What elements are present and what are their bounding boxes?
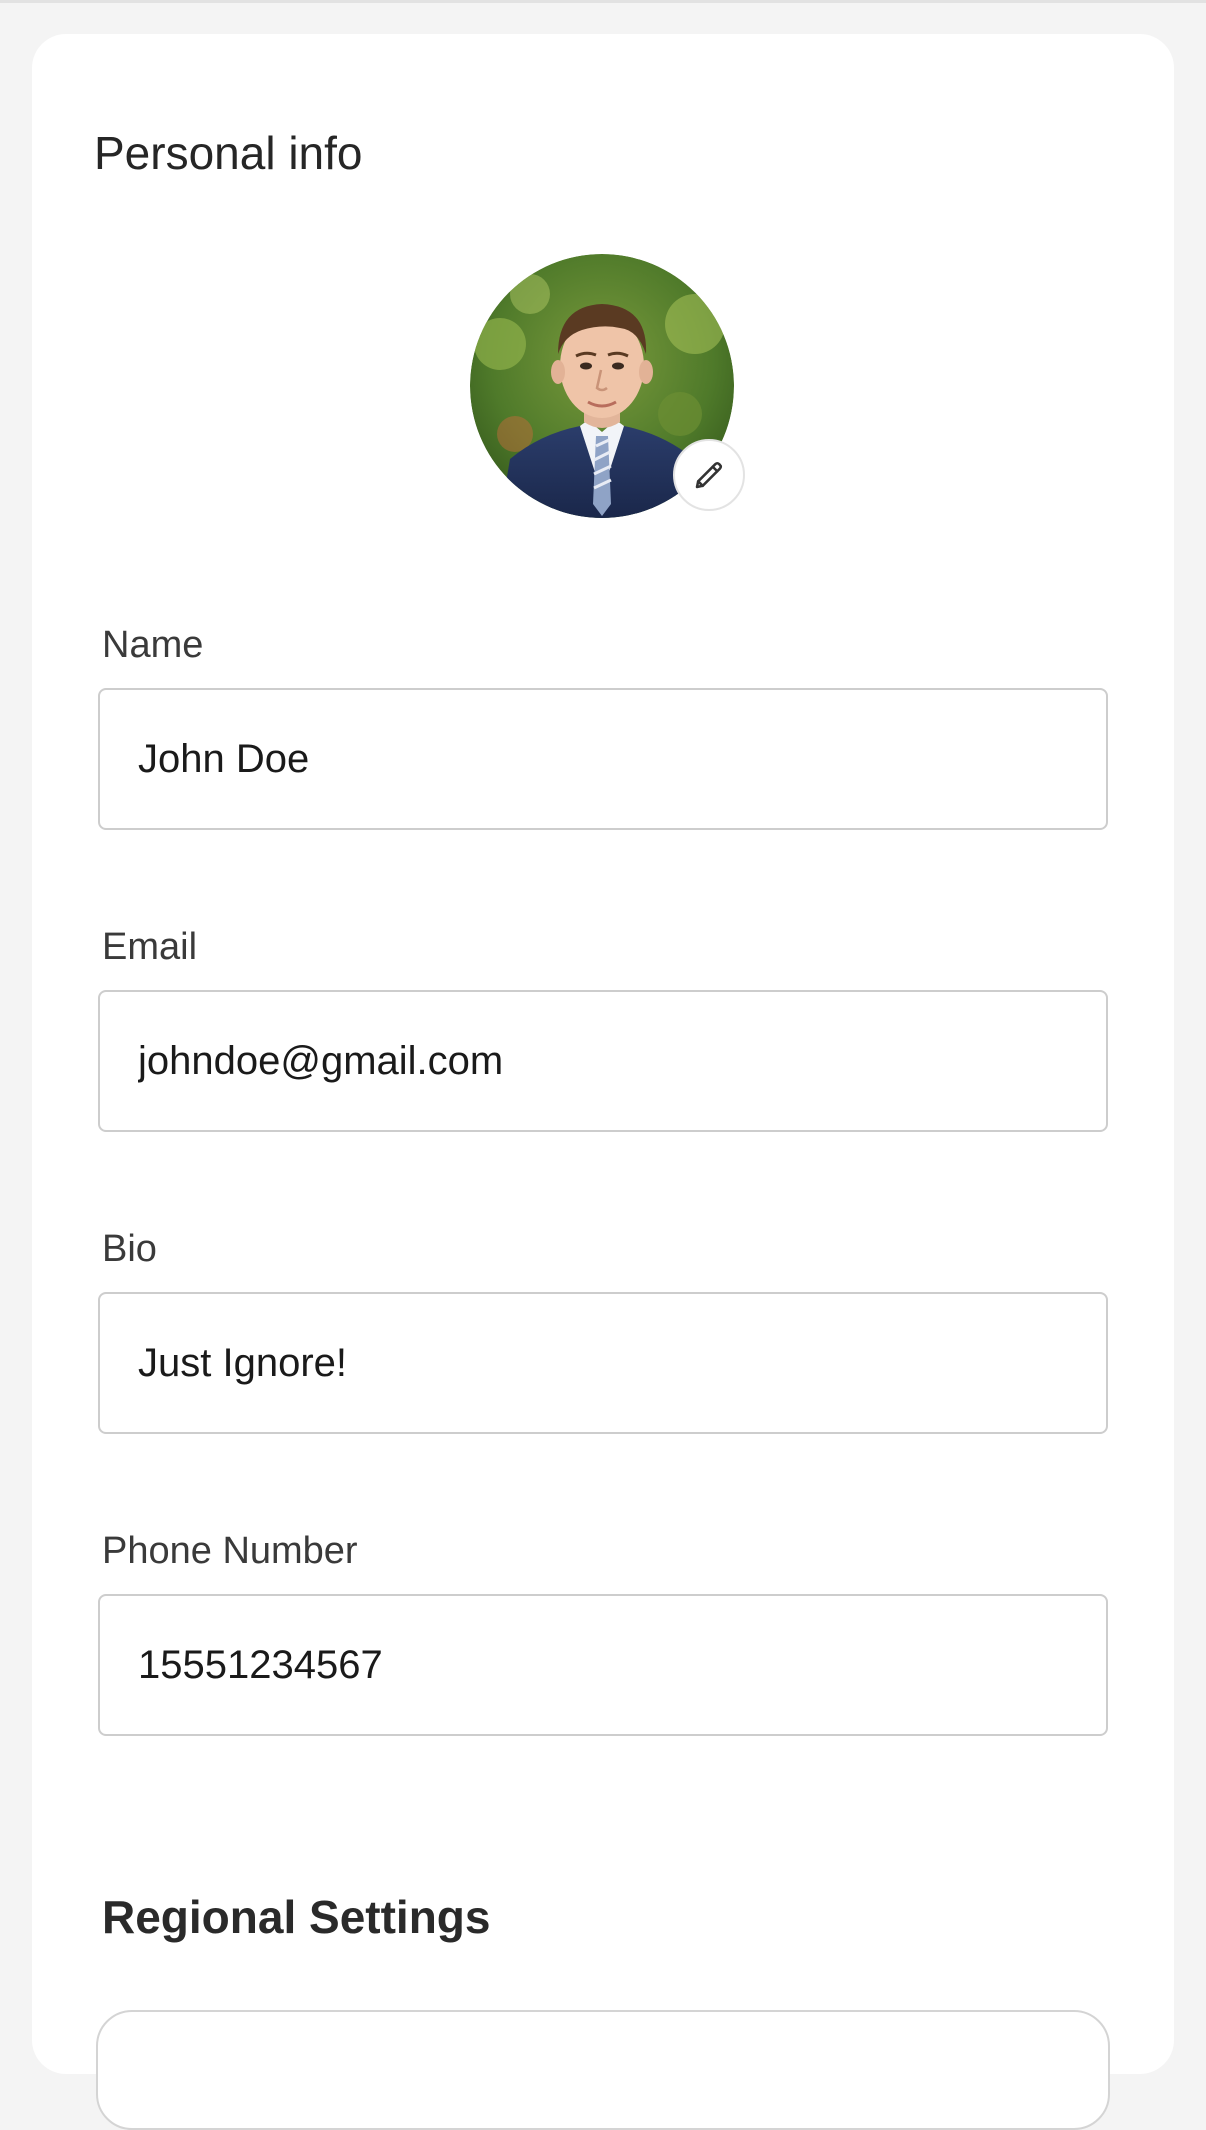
bio-field[interactable] bbox=[98, 1292, 1108, 1434]
edit-avatar-button[interactable] bbox=[673, 439, 745, 511]
regional-settings-select[interactable] bbox=[96, 2010, 1110, 2130]
phone-field[interactable] bbox=[98, 1594, 1108, 1736]
personal-info-card: Personal info Name John Doe Email johndo… bbox=[32, 34, 1174, 2130]
name-label: Name bbox=[102, 624, 204, 666]
regional-settings-title: Regional Settings bbox=[102, 1891, 491, 1943]
section-title: Personal info bbox=[94, 127, 363, 179]
avatar-container bbox=[470, 254, 745, 522]
top-divider bbox=[0, 0, 1206, 3]
phone-label: Phone Number bbox=[102, 1530, 358, 1572]
bio-label: Bio bbox=[102, 1228, 157, 1270]
name-field[interactable] bbox=[98, 688, 1108, 830]
pencil-icon bbox=[695, 461, 723, 489]
email-field[interactable] bbox=[98, 990, 1108, 1132]
email-label: Email bbox=[102, 926, 198, 968]
